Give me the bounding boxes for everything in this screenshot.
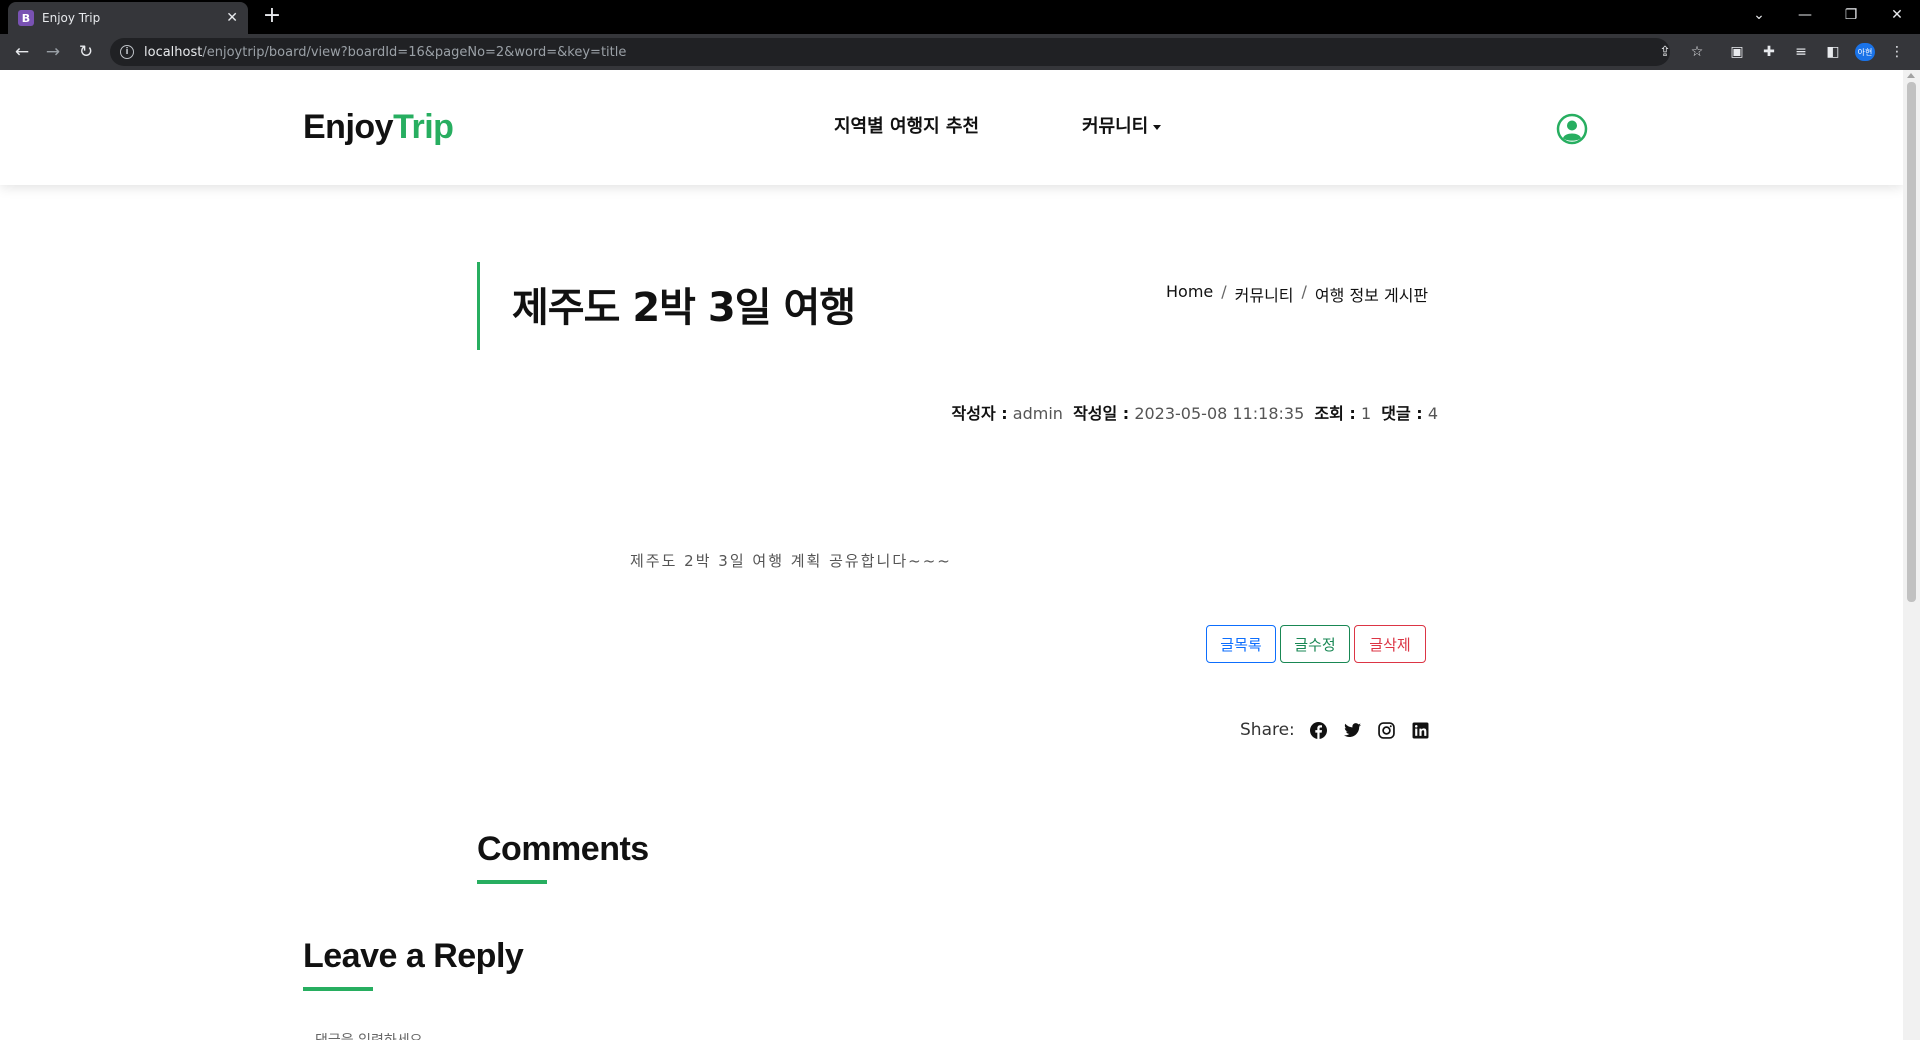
date-label: 작성일 : xyxy=(1073,404,1130,423)
new-tab-icon[interactable]: + xyxy=(260,4,284,28)
forward-icon[interactable]: → xyxy=(41,40,65,64)
author-label: 작성자 : xyxy=(951,404,1008,423)
delete-button[interactable]: 글삭제 xyxy=(1354,625,1426,663)
tab-search-icon[interactable]: ⌄ xyxy=(1736,0,1782,30)
breadcrumb-separator: / xyxy=(1301,282,1307,301)
logo-main-text: Enjoy xyxy=(303,108,394,146)
instagram-icon[interactable] xyxy=(1377,720,1397,740)
title-accent-bar xyxy=(477,262,480,350)
comments-label: 댓글 : xyxy=(1381,404,1423,423)
bootstrap-favicon-icon: B xyxy=(18,10,34,26)
url-path: /enjoytrip/board/view?boardId=16&pageNo=… xyxy=(202,44,627,60)
breadcrumb-home[interactable]: Home xyxy=(1166,282,1213,306)
back-icon[interactable]: ← xyxy=(10,40,34,64)
site-logo[interactable]: EnjoyTrip xyxy=(303,108,454,147)
post-content: 제주도 2박 3일 여행 계획 공유합니다~~~ xyxy=(630,552,952,570)
page-viewport: EnjoyTrip 지역별 여행지 추천 커뮤니티 제주도 2박 3일 여행 H… xyxy=(0,70,1903,1040)
breadcrumb: Home / 커뮤니티 / 여행 정보 게시판 xyxy=(1166,282,1428,306)
twitter-icon[interactable] xyxy=(1343,720,1363,740)
comments-heading: Comments xyxy=(477,830,649,868)
edit-button[interactable]: 글수정 xyxy=(1280,625,1350,663)
breadcrumb-separator: / xyxy=(1221,282,1227,301)
linkedin-icon[interactable] xyxy=(1411,720,1431,740)
tab-title: Enjoy Trip xyxy=(42,11,101,25)
browser-tab[interactable]: B Enjoy Trip ✕ xyxy=(8,2,248,34)
list-button[interactable]: 글목록 xyxy=(1206,625,1276,663)
profile-avatar[interactable]: 아현 xyxy=(1855,43,1875,61)
restore-icon[interactable]: ❐ xyxy=(1828,0,1874,30)
side-panel-icon[interactable]: ◧ xyxy=(1824,43,1842,61)
browser-menu-icon[interactable]: ⋮ xyxy=(1888,43,1906,61)
browser-tab-bar: B Enjoy Trip ✕ + ⌄ — ❐ ✕ xyxy=(0,0,1920,34)
extension-icon[interactable]: ▣ xyxy=(1728,43,1746,61)
breadcrumb-board: 여행 정보 게시판 xyxy=(1314,286,1429,305)
user-account-icon[interactable] xyxy=(1556,113,1588,145)
post-title: 제주도 2박 3일 여행 xyxy=(512,285,856,331)
close-window-icon[interactable]: ✕ xyxy=(1874,0,1920,30)
address-bar[interactable]: i localhost /enjoytrip/board/view?boardI… xyxy=(110,38,1670,66)
url-host: localhost xyxy=(144,44,203,60)
minimize-icon[interactable]: — xyxy=(1782,0,1828,30)
facebook-icon[interactable] xyxy=(1309,720,1329,740)
reply-heading: Leave a Reply xyxy=(303,937,524,975)
scrollbar-thumb[interactable] xyxy=(1907,82,1916,602)
tab-close-icon[interactable]: ✕ xyxy=(226,10,238,26)
breadcrumb-community[interactable]: 커뮤니티 xyxy=(1235,282,1294,306)
site-info-icon[interactable]: i xyxy=(120,45,134,59)
views-value: 1 xyxy=(1360,404,1372,423)
post-meta: 작성자 : admin 작성일 : 2023-05-08 11:18:35 조회… xyxy=(952,400,1438,424)
site-header: EnjoyTrip 지역별 여행지 추천 커뮤니티 xyxy=(0,70,1903,185)
scroll-up-icon[interactable] xyxy=(1907,73,1915,78)
caret-down-icon xyxy=(1153,124,1162,130)
comments-underline xyxy=(477,880,547,884)
reply-textarea-placeholder[interactable]: 댓글을 입력하세요 xyxy=(315,1030,423,1040)
date-value: 2023-05-08 11:18:35 xyxy=(1134,404,1305,423)
reply-underline xyxy=(303,987,373,991)
reload-icon[interactable]: ↻ xyxy=(74,40,98,64)
browser-toolbar: ← → ↻ i localhost /enjoytrip/board/view?… xyxy=(0,34,1920,70)
nav-community-label: 커뮤니티 xyxy=(1082,116,1149,137)
nav-region-recommend[interactable]: 지역별 여행지 추천 xyxy=(834,112,979,138)
comments-value: 4 xyxy=(1427,404,1438,423)
page-scrollbar[interactable] xyxy=(1903,70,1920,1040)
views-label: 조회 : xyxy=(1314,404,1356,423)
media-queue-icon[interactable]: ≡ xyxy=(1792,43,1810,61)
bookmark-star-icon[interactable]: ☆ xyxy=(1688,43,1706,61)
share-label: Share: xyxy=(1240,720,1295,740)
logo-accent-text: Trip xyxy=(393,108,454,146)
nav-community-dropdown[interactable]: 커뮤니티 xyxy=(1082,112,1162,138)
puzzle-extensions-icon[interactable]: ✚ xyxy=(1760,43,1778,61)
author-value: admin xyxy=(1012,404,1063,423)
share-page-icon[interactable]: ⇪ xyxy=(1656,43,1674,61)
share-bar: Share: xyxy=(1240,720,1431,740)
